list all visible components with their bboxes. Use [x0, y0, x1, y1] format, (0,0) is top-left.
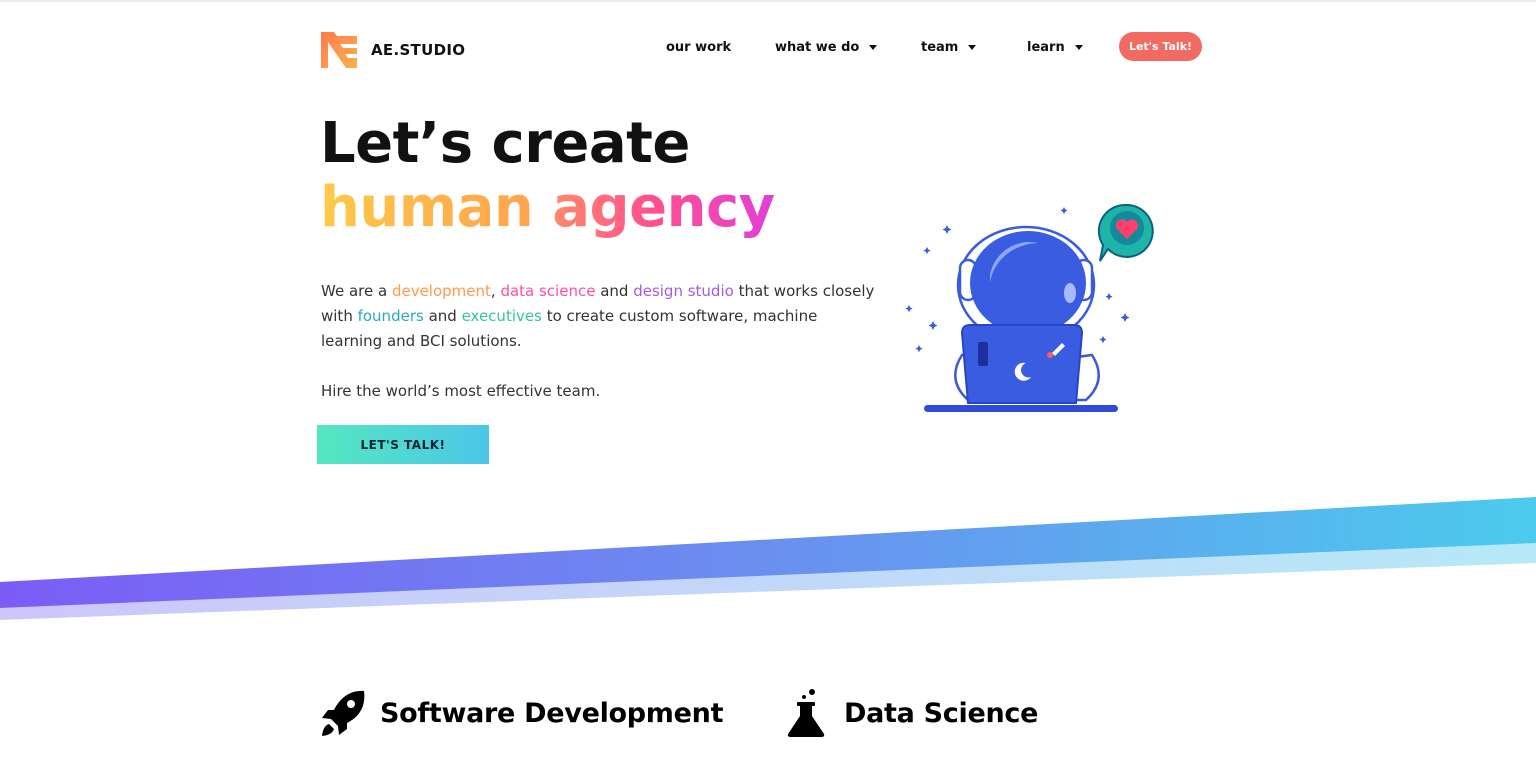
- highlight-development: development: [391, 282, 491, 300]
- nav-what-we-do[interactable]: what we do: [775, 40, 878, 55]
- service-title: Software Development: [380, 697, 724, 729]
- nav-team[interactable]: team: [921, 40, 977, 55]
- caret-down-icon: [968, 45, 977, 50]
- flask-icon: [787, 689, 825, 737]
- nav-label: what we do: [775, 40, 860, 55]
- hero-title-line2: human agency: [320, 176, 775, 240]
- nav-our-work[interactable]: our work: [666, 40, 731, 55]
- highlight-data-science: data science: [500, 282, 596, 300]
- highlight-founders: founders: [357, 307, 424, 325]
- desc-text: We are a: [321, 282, 392, 300]
- hero-title: Let’s create human agency: [320, 112, 775, 240]
- nav-label: our work: [666, 40, 732, 55]
- nav-learn[interactable]: learn: [1027, 40, 1083, 55]
- top-border: [0, 0, 1536, 2]
- rocket-icon: [322, 690, 365, 736]
- highlight-executives: executives: [461, 307, 542, 325]
- desc-text: ,: [490, 282, 501, 300]
- service-software-development: Software Development: [320, 688, 723, 738]
- caret-down-icon: [869, 45, 878, 50]
- caret-down-icon: [1074, 45, 1083, 50]
- hero-title-agency: agency: [552, 175, 775, 240]
- hero-subtext: Hire the world’s most effective team.: [321, 382, 601, 400]
- service-title: Data Science: [844, 697, 1039, 729]
- lets-talk-button[interactable]: LET'S TALK!: [317, 425, 489, 464]
- desc-text: and: [595, 282, 634, 300]
- hero-title-line1: Let’s create: [320, 111, 690, 176]
- hero-title-human: human: [320, 175, 534, 240]
- hero-description: We are a development, data science and d…: [321, 279, 881, 354]
- nav-label: team: [921, 40, 959, 55]
- astronaut-laptop-illustration: [905, 203, 1154, 412]
- lets-talk-nav-button[interactable]: Let's Talk!: [1119, 32, 1202, 61]
- heart-bubble-icon: [1097, 203, 1154, 262]
- highlight-design-studio: design studio: [633, 282, 734, 300]
- desc-text: and: [423, 307, 462, 325]
- main-nav: our work what we do team learn Let's Tal…: [0, 32, 1536, 62]
- service-data-science: Data Science: [784, 688, 1038, 738]
- nav-label: learn: [1027, 40, 1065, 55]
- decorative-gradient-band: [0, 497, 1536, 620]
